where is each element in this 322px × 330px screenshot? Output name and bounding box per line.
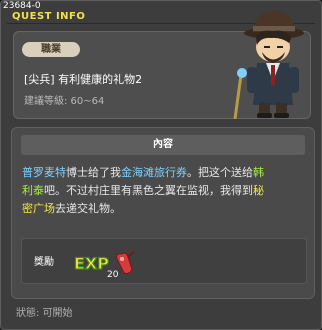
description-part: 去递交礼物。 [55, 202, 121, 215]
description-part: 博士给了我 [66, 166, 121, 179]
reward-label: 獎勵 [34, 257, 54, 268]
reward-box: 獎勵 EXP 20 [21, 238, 307, 284]
quest-id: 23684-0 [3, 1, 41, 11]
exp-text: EXP [74, 254, 109, 273]
description-part: 金海滩旅行券 [121, 166, 187, 179]
job-tag: 職業 [22, 42, 80, 57]
quest-content-panel: 內容 普罗麦特博士给了我金海滩旅行券。把这个送给韩 利泰吧。不过村庄里有黑色之翼… [11, 127, 315, 299]
exp-count: 20 [107, 270, 119, 279]
npc-portrait-icon [233, 11, 304, 119]
content-section-title: 內容 [21, 135, 305, 155]
description-part: 。把这个送给 [187, 166, 253, 179]
quest-info-window: 23684-0 QUEST INFO 職業 [尖兵] 有利健康的礼物2 建議等級… [0, 0, 322, 330]
quest-description: 普罗麦特博士给了我金海滩旅行券。把这个送给韩 利泰吧。不过村庄里有黑色之翼在监视… [22, 164, 306, 218]
quest-status: 狀態: 可開始 [16, 308, 73, 319]
description-part: 普罗麦特 [22, 166, 66, 179]
exp-reward-icon[interactable]: EXP 20 [72, 247, 140, 279]
quest-name: [尖兵] 有利健康的礼物2 [24, 73, 143, 86]
window-title: QUEST INFO [12, 11, 86, 22]
description-part: 吧。不过村庄里有黑色之翼在监视，我得到 [44, 184, 253, 197]
recommended-level: 建議等級: 60~64 [24, 96, 105, 107]
